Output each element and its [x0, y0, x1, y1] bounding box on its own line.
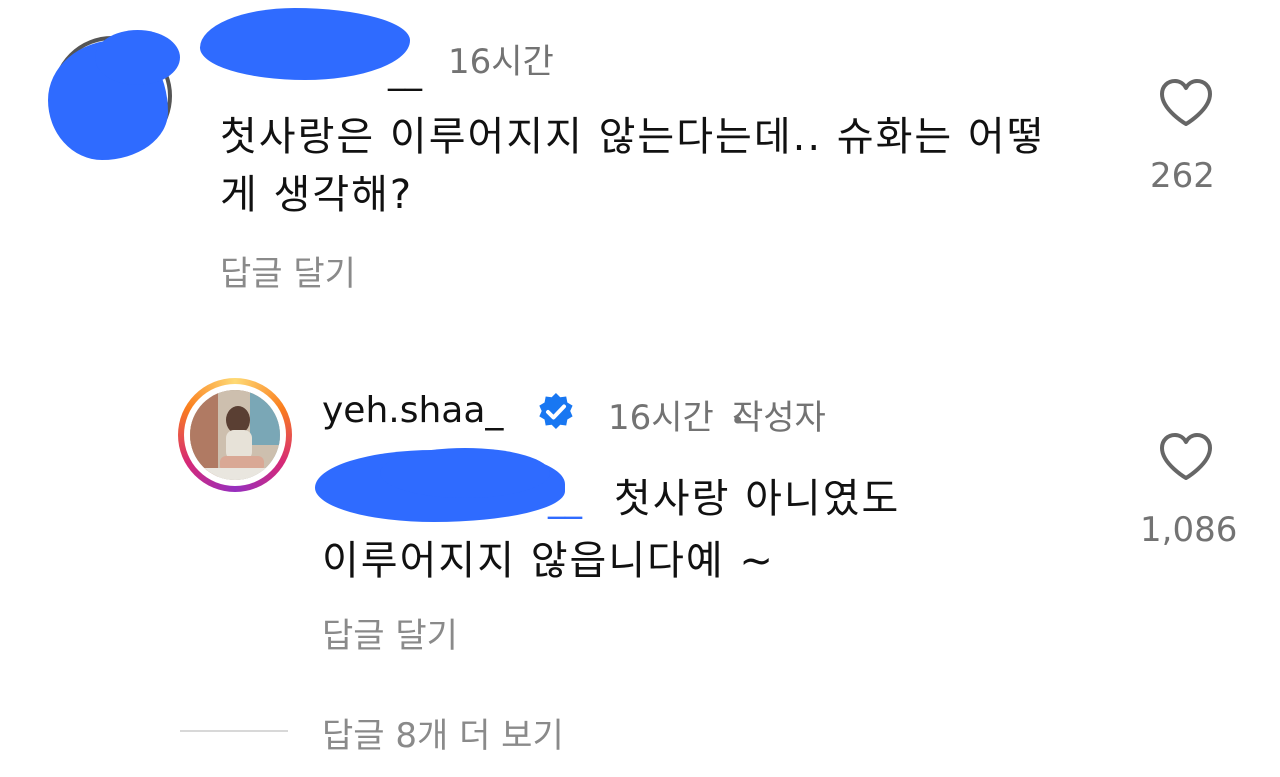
heart-outline-icon: [1160, 433, 1212, 480]
author-badge: 작성자: [732, 398, 826, 438]
like-count: 262: [1150, 156, 1215, 196]
reply-button[interactable]: 답글 달기: [322, 608, 458, 657]
divider-line: [180, 730, 288, 732]
username-redaction[interactable]: [200, 8, 410, 80]
author-avatar[interactable]: [190, 390, 280, 480]
comment-text: 첫사랑은 이루어지지 않는다는데.. 슈화는 어떻게 생각해?: [220, 114, 1046, 218]
reply-time-value: 16시간: [608, 398, 714, 438]
reply-text-line1: 첫사랑 아니였도: [614, 476, 901, 522]
verified-badge-icon: [539, 392, 573, 430]
heart-outline-icon: [1160, 79, 1212, 126]
like-count: 1,086: [1140, 510, 1238, 550]
mention-tail[interactable]: __: [548, 480, 582, 520]
like-button[interactable]: [1158, 432, 1214, 486]
reply-timestamp: 16시간 •: [608, 390, 751, 439]
mention-redaction-scribble: [380, 448, 550, 498]
comment-timestamp: 16시간: [448, 42, 554, 82]
commenter-username-tail[interactable]: __: [388, 52, 422, 92]
avatar-photo-image: [190, 390, 280, 480]
like-button[interactable]: [1158, 78, 1214, 132]
view-more-replies-button[interactable]: 답글 8개 더 보기: [322, 708, 564, 757]
avatar-redaction-scribble: [95, 30, 180, 85]
reply-button[interactable]: 답글 달기: [220, 246, 356, 295]
author-username[interactable]: yeh.shaa_: [322, 390, 503, 431]
reply-text-line2: 이루어지지 않읍니다예 ~: [322, 538, 775, 584]
